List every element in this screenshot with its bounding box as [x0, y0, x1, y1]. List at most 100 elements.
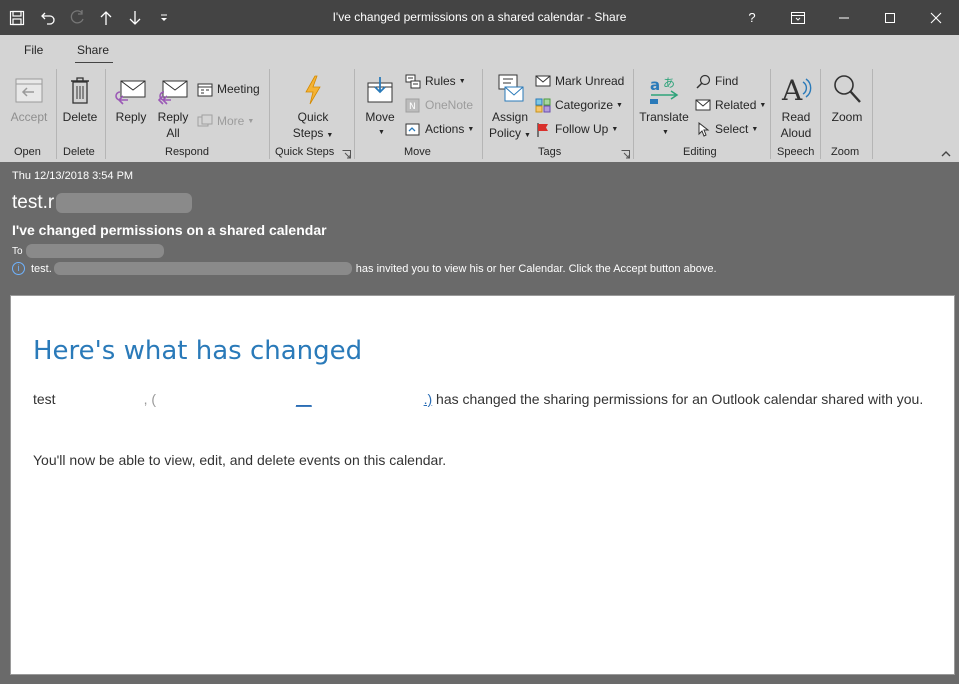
message-body[interactable]: Here's what has changed test, (__.) has …: [10, 295, 955, 675]
ribbon-display-options-button[interactable]: [775, 0, 821, 35]
info-bar: i test. has invited you to view his or h…: [12, 262, 717, 275]
maximize-button[interactable]: [867, 0, 913, 35]
assign-policy-icon: [498, 74, 524, 102]
zoom-magnifier-icon: [834, 75, 861, 103]
tags-launcher-icon[interactable]: [621, 150, 630, 159]
redo-button[interactable]: [62, 0, 91, 35]
quick-access-toolbar: [0, 0, 178, 35]
info-icon: i: [12, 262, 25, 275]
reply-all-button[interactable]: Reply All: [153, 69, 193, 141]
rules-icon: [405, 74, 421, 88]
reply-button[interactable]: Reply: [110, 69, 152, 125]
arrow-up-icon: [100, 10, 111, 25]
group-separator: [354, 69, 355, 159]
group-label-speech: Speech: [777, 146, 815, 158]
rules-button[interactable]: Rules ▼: [404, 71, 466, 91]
body-paragraph: test, (__.) has changed the sharing perm…: [33, 391, 924, 407]
help-button[interactable]: ?: [729, 0, 775, 35]
message-header: Thu 12/13/2018 3:54 PM test.r I've chang…: [0, 162, 959, 292]
delete-button[interactable]: Delete: [58, 69, 102, 125]
group-separator: [872, 69, 873, 159]
actions-button[interactable]: Actions ▼: [404, 119, 474, 139]
help-icon: ?: [748, 10, 756, 25]
related-button[interactable]: Related ▼: [694, 95, 766, 115]
bottom-border: [0, 675, 959, 684]
mark-unread-button[interactable]: Mark Unread: [534, 71, 624, 91]
close-icon: [930, 12, 942, 23]
accept-icon: [15, 78, 43, 103]
group-label-respond: Respond: [165, 146, 210, 158]
onenote-icon: N: [405, 98, 420, 112]
accept-button[interactable]: Accept: [6, 69, 52, 125]
collapse-ribbon-button[interactable]: [941, 149, 951, 160]
follow-up-button[interactable]: Follow Up ▼: [534, 119, 618, 139]
ribbon: Accept Open Delete Delete Reply Reply Al…: [0, 63, 959, 162]
tab-file[interactable]: File: [24, 43, 43, 57]
minimize-button[interactable]: [821, 0, 867, 35]
close-button[interactable]: [913, 0, 959, 35]
reply-all-icon: [157, 80, 188, 105]
ribbon-tabs: File Share: [0, 35, 959, 64]
assign-policy-button[interactable]: Assign Policy ▼: [488, 69, 532, 144]
customize-dropdown-icon: [160, 14, 167, 21]
categorize-icon: [535, 98, 551, 112]
svg-text:N: N: [409, 102, 416, 112]
group-separator: [482, 69, 483, 159]
move-button[interactable]: Move ▼: [360, 69, 400, 141]
minimize-icon: [839, 17, 849, 18]
read-aloud-button[interactable]: A Read Aloud: [775, 69, 817, 141]
svg-text:a: a: [650, 76, 660, 94]
move-folder-icon: [367, 77, 393, 103]
redacted-sender: [56, 192, 193, 213]
translate-button[interactable]: aあ Translate ▼: [638, 69, 690, 141]
group-label-editing: Editing: [683, 146, 717, 158]
customize-qat-button[interactable]: [149, 0, 178, 35]
group-separator: [633, 69, 634, 159]
quick-steps-button[interactable]: Quick Steps ▼: [290, 69, 336, 144]
reply-icon: [115, 80, 146, 105]
redacted-recipient[interactable]: [25, 244, 164, 258]
body-headline: Here's what has changed: [33, 336, 363, 366]
svg-text:A: A: [781, 74, 803, 105]
email-link-end[interactable]: .): [424, 391, 433, 407]
group-separator: [56, 69, 57, 159]
previous-item-button[interactable]: [91, 0, 120, 35]
group-separator: [770, 69, 771, 159]
actions-icon: [405, 123, 420, 135]
find-button[interactable]: Find: [694, 71, 738, 91]
to-row: To: [12, 244, 164, 258]
undo-button[interactable]: [33, 0, 62, 35]
more-icon: [197, 114, 213, 126]
translate-icon: aあ: [650, 76, 679, 104]
meeting-button[interactable]: Meeting: [196, 79, 260, 99]
group-separator: [820, 69, 821, 159]
chevron-up-icon: [941, 151, 951, 157]
categorize-button[interactable]: Categorize ▼: [534, 95, 623, 115]
svg-text:あ: あ: [663, 76, 675, 90]
onenote-button[interactable]: N OneNote: [404, 95, 473, 115]
email-link[interactable]: __: [296, 391, 312, 407]
group-label-open: Open: [14, 146, 41, 158]
tab-share[interactable]: Share: [77, 43, 109, 57]
save-button[interactable]: [0, 0, 33, 35]
related-icon: [695, 99, 711, 111]
meeting-calendar-icon: [197, 83, 213, 96]
zoom-button[interactable]: Zoom: [825, 69, 869, 125]
arrow-down-icon: [129, 10, 140, 25]
title-bar: I've changed permissions on a shared cal…: [0, 0, 959, 35]
quick-steps-launcher-icon[interactable]: [342, 150, 351, 159]
undo-icon: [40, 12, 55, 25]
read-aloud-icon: A: [781, 74, 812, 105]
info-text: has invited you to view his or her Calen…: [355, 262, 717, 275]
more-respond-button[interactable]: More ▼: [196, 111, 254, 131]
select-button[interactable]: Select ▼: [694, 119, 758, 139]
sender-name[interactable]: test.r: [12, 192, 193, 214]
next-item-button[interactable]: [120, 0, 149, 35]
lightning-icon: [305, 75, 321, 105]
group-label-move: Move: [404, 146, 431, 158]
flag-icon: [537, 122, 548, 137]
ribbon-display-icon: [791, 11, 805, 24]
cursor-icon: [698, 121, 710, 137]
redo-icon: [70, 9, 84, 23]
group-separator: [269, 69, 270, 159]
